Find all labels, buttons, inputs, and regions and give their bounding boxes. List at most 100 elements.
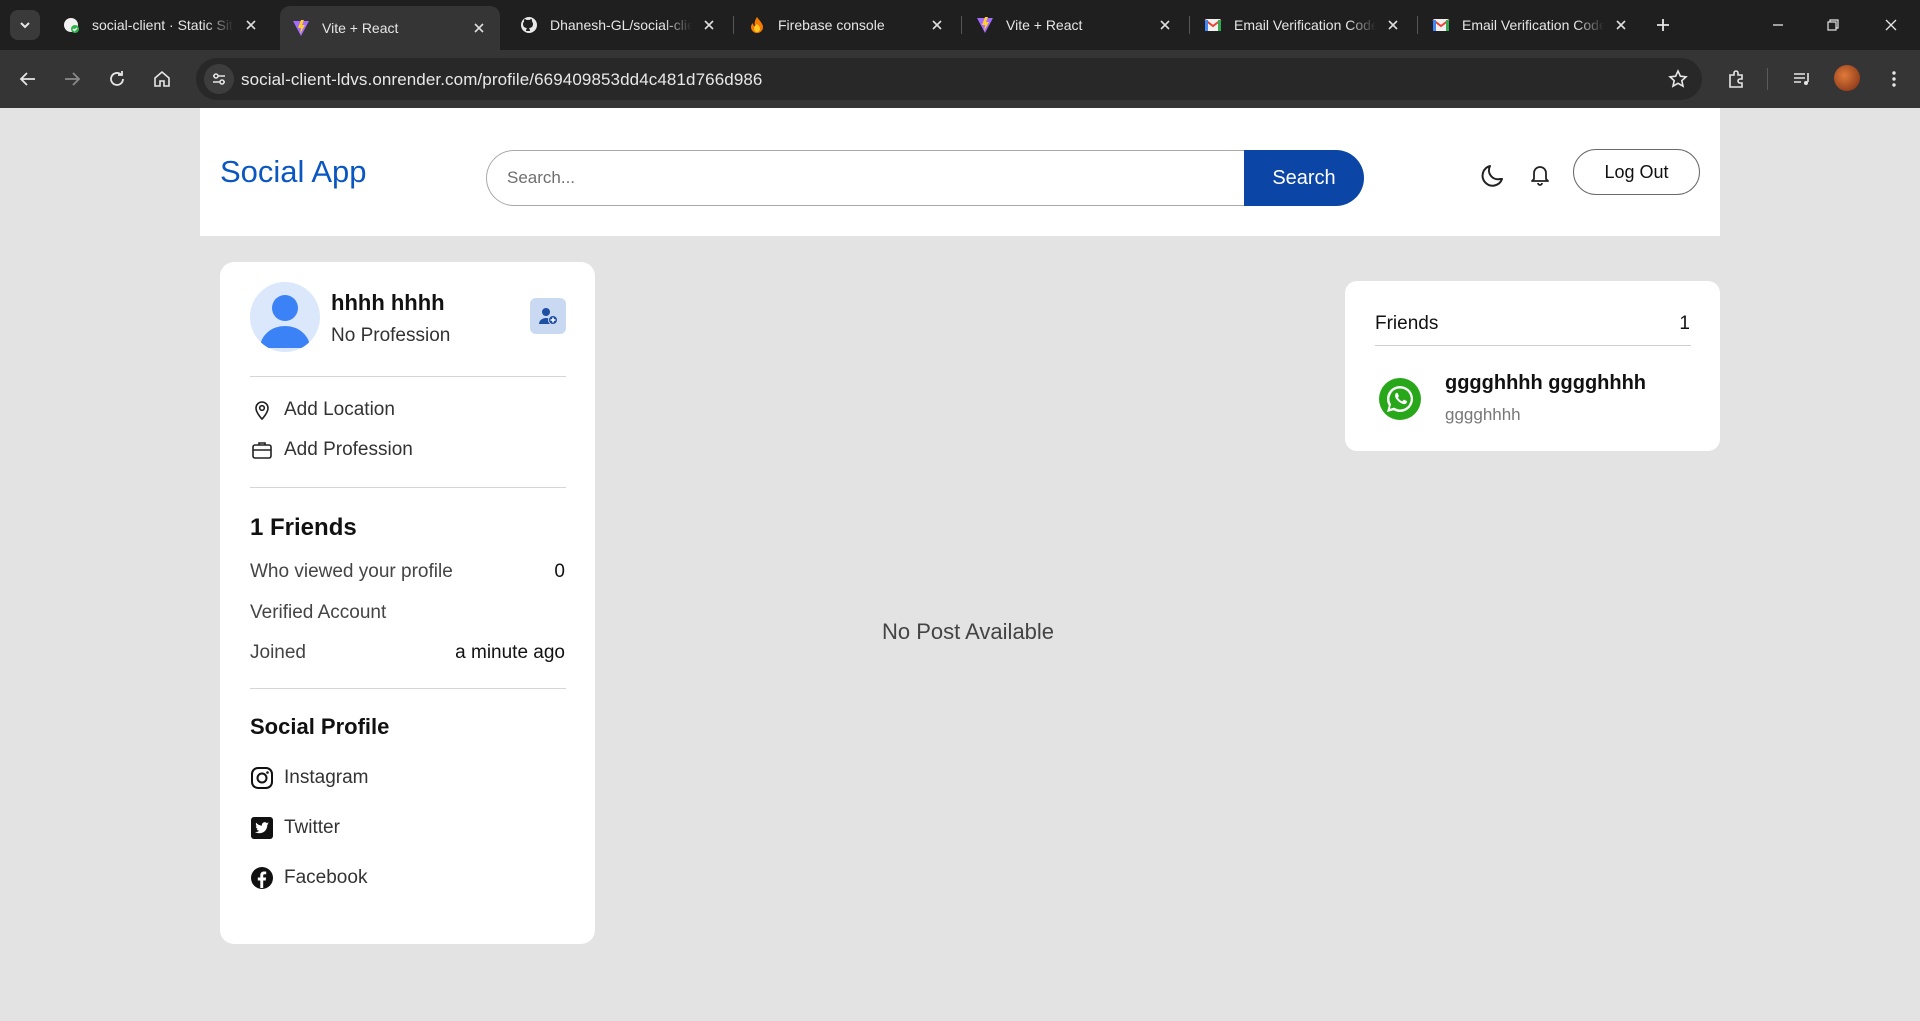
map-pin-icon [250, 398, 274, 422]
tab-title: social-client · Static Site [92, 17, 234, 33]
logout-button[interactable]: Log Out [1573, 149, 1700, 195]
close-icon[interactable] [1156, 16, 1174, 34]
chevron-down-icon [20, 22, 30, 29]
close-icon[interactable] [470, 19, 488, 37]
whatsapp-icon [1379, 378, 1421, 420]
user-avatar-icon [260, 295, 310, 348]
browser-tab-3[interactable]: Dhanesh-GL/social-client [508, 6, 730, 44]
home-icon [154, 70, 170, 87]
joined-label: Joined [250, 642, 306, 663]
friends-card-count: 1 [1679, 313, 1690, 334]
firebase-icon [748, 16, 766, 34]
arrow-left-icon [19, 72, 35, 86]
restore-button[interactable] [1820, 12, 1846, 38]
tab-title: Dhanesh-GL/social-client [550, 17, 692, 33]
twitter-label: Twitter [284, 817, 340, 838]
home-button[interactable] [146, 63, 178, 95]
search-button[interactable]: Search [1244, 150, 1364, 206]
tab-separator [733, 16, 734, 34]
extensions-button[interactable] [1720, 63, 1752, 95]
close-icon[interactable] [928, 16, 946, 34]
window-close-button[interactable] [1878, 12, 1904, 38]
bookmark-button[interactable] [1666, 67, 1690, 91]
browser-menu-button[interactable] [1878, 63, 1910, 95]
close-icon[interactable] [1384, 16, 1402, 34]
twitter-link[interactable]: Twitter [250, 816, 340, 840]
notifications-button[interactable] [1524, 158, 1556, 190]
tab-title: Vite + React [322, 20, 399, 36]
tab-separator [1189, 16, 1190, 34]
browser-tab-5[interactable]: Vite + React [964, 6, 1186, 44]
browser-tab-6[interactable]: Email Verification Code [1192, 6, 1414, 44]
gmail-icon [1432, 16, 1450, 34]
briefcase-icon [250, 438, 274, 462]
app-header: Social App Search Log Out [200, 108, 1720, 236]
browser-tab-2[interactable]: Vite + React [280, 6, 500, 50]
more-vert-icon [1892, 71, 1896, 87]
gmail-icon [1204, 16, 1222, 34]
divider [1375, 345, 1691, 346]
star-icon [1668, 69, 1688, 88]
arrow-right-icon [65, 72, 81, 86]
browser-tab-7[interactable]: Email Verification Code [1420, 6, 1642, 44]
theme-toggle-button[interactable] [1478, 158, 1510, 190]
instagram-label: Instagram [284, 767, 369, 788]
search-input[interactable] [486, 150, 1266, 206]
verified-account-label: Verified Account [250, 602, 387, 623]
bell-icon [1531, 166, 1549, 186]
minimize-icon [1773, 24, 1783, 26]
reload-icon [110, 71, 124, 86]
close-icon[interactable] [1612, 16, 1630, 34]
back-button[interactable] [12, 63, 44, 95]
add-profession-label: Add Profession [284, 439, 413, 460]
address-bar[interactable]: social-client-ldvs.onrender.com/profile/… [196, 58, 1702, 100]
site-info-button[interactable] [204, 64, 234, 94]
tab-separator [1417, 16, 1418, 34]
avatar[interactable] [250, 282, 320, 352]
minimize-button[interactable] [1765, 12, 1791, 38]
add-profession-link[interactable]: Add Profession [250, 438, 413, 462]
browser-profile-avatar[interactable] [1834, 65, 1860, 91]
browser-tab-4[interactable]: Firebase console [736, 6, 958, 44]
queue-music-icon [1794, 73, 1809, 85]
search-bar: Search [486, 150, 1364, 206]
profile-views-label: Who viewed your profile [250, 561, 453, 582]
close-icon[interactable] [242, 16, 260, 34]
profile-views-value: 0 [554, 561, 565, 582]
browser-tab-1[interactable]: social-client · Static Site [50, 6, 272, 44]
browser-tabstrip: social-client · Static Site Vite + React… [0, 0, 1920, 50]
tab-title: Email Verification Code [1234, 17, 1376, 33]
twitter-icon [250, 816, 274, 840]
vite-icon [976, 16, 994, 34]
tune-icon [213, 73, 225, 85]
media-controls-button[interactable] [1786, 63, 1818, 95]
brand-logo[interactable]: Social App [220, 154, 367, 190]
facebook-label: Facebook [284, 867, 368, 888]
tab-search-button[interactable] [10, 10, 40, 40]
profile-card: hhhh hhhh No Profession Add Location Add… [220, 262, 595, 944]
profile-profession: No Profession [331, 325, 451, 346]
moon-icon [1481, 165, 1503, 187]
friends-card-title: Friends [1375, 313, 1439, 334]
facebook-icon [250, 866, 274, 890]
joined-value: a minute ago [455, 642, 565, 663]
browser-toolbar: social-client-ldvs.onrender.com/profile/… [0, 50, 1920, 108]
friend-name[interactable]: gggghhhh gggghhhh [1445, 372, 1646, 395]
add-friend-button[interactable] [530, 298, 566, 334]
empty-feed-message: No Post Available [882, 619, 1055, 644]
github-icon [520, 16, 538, 34]
add-location-link[interactable]: Add Location [250, 398, 395, 422]
reload-button[interactable] [101, 63, 133, 95]
close-icon[interactable] [700, 16, 718, 34]
instagram-link[interactable]: Instagram [250, 766, 368, 790]
render-icon [62, 16, 80, 34]
friend-avatar[interactable] [1377, 376, 1423, 422]
instagram-icon [250, 766, 274, 790]
forward-button[interactable] [56, 63, 88, 95]
friends-card: Friends 1 gggghhhh gggghhhh gggghhhh [1345, 281, 1720, 451]
address-url[interactable]: social-client-ldvs.onrender.com/profile/… [241, 70, 762, 90]
plus-icon [1657, 19, 1669, 31]
facebook-link[interactable]: Facebook [250, 866, 367, 890]
user-plus-icon [539, 308, 558, 325]
new-tab-button[interactable] [1650, 12, 1676, 38]
